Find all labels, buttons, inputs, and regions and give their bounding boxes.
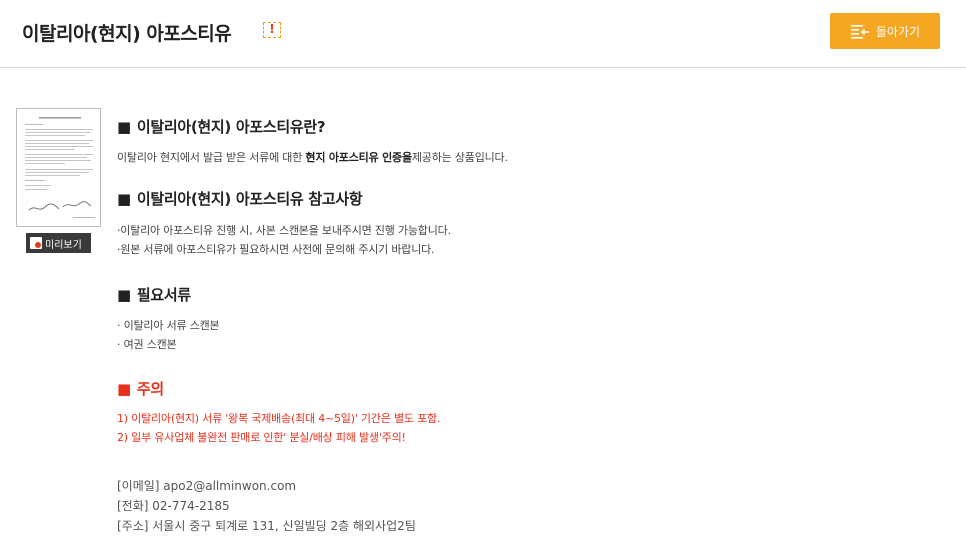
docs-line-2: · 여권 스캔본 xyxy=(117,338,177,351)
square-bullet: ■ xyxy=(117,380,131,398)
contact-address: [주소] 서울시 중구 퇴계로 131, 신일빌딩 2층 해외사업2팀 xyxy=(117,519,416,533)
what-description-bold: 현지 아포스티유 인증을 xyxy=(305,151,412,164)
square-bullet: ■ xyxy=(117,286,131,304)
contact-email: [이메일] apo2@allminwon.com xyxy=(117,479,297,493)
contact-phone: [전화] 02-774-2185 xyxy=(117,499,230,513)
caution-line-1: 1) 이탈리아(현지) 서류 '왕복 국제배송(최대 4~5일)' 기간은 별도… xyxy=(117,412,441,425)
what-description: 이탈리아 현지에서 발급 받은 서류에 대한 현지 아포스티유 인증을제공하는 … xyxy=(117,151,508,164)
back-button-label: 돌아가기 xyxy=(875,24,921,39)
alert-icon[interactable]: ! xyxy=(263,22,281,38)
square-bullet: ■ xyxy=(117,190,131,208)
docs-line-1: · 이탈리아 서류 스캔본 xyxy=(117,319,220,332)
magnifier-icon xyxy=(30,237,42,249)
page-header: 이탈리아(현지) 아포스티유 ! 돌아가기 xyxy=(0,0,966,68)
square-bullet: ■ xyxy=(117,118,131,136)
section-heading-notes: ■ 이탈리아(현지) 아포스티유 참고사항 xyxy=(117,190,363,208)
section-heading-caution: ■ 주의 xyxy=(117,380,164,398)
section-heading-docs: ■ 필요서류 xyxy=(117,286,191,304)
page-title: 이탈리아(현지) 아포스티유 xyxy=(22,23,232,45)
back-button[interactable]: 돌아가기 xyxy=(830,13,940,49)
section-heading-what: ■ 이탈리아(현지) 아포스티유란? xyxy=(117,118,326,136)
preview-button-label: 미리보기 xyxy=(45,239,82,251)
caution-line-2: 2) 일부 유사업체 불완전 판매로 인한' 분실/배상 피해 발생'주의! xyxy=(117,431,406,444)
list-back-icon xyxy=(850,25,869,39)
notes-line-2: ·원본 서류에 아포스티유가 필요하시면 사전에 문의해 주시기 바랍니다. xyxy=(117,243,435,256)
document-preview-image xyxy=(25,117,95,218)
notes-line-1: ·이탈리아 아포스티유 진행 시, 사본 스캔본을 보내주시면 진행 가능합니다… xyxy=(117,224,451,237)
preview-button[interactable]: 미리보기 xyxy=(26,233,91,253)
document-thumbnail[interactable] xyxy=(16,108,101,227)
